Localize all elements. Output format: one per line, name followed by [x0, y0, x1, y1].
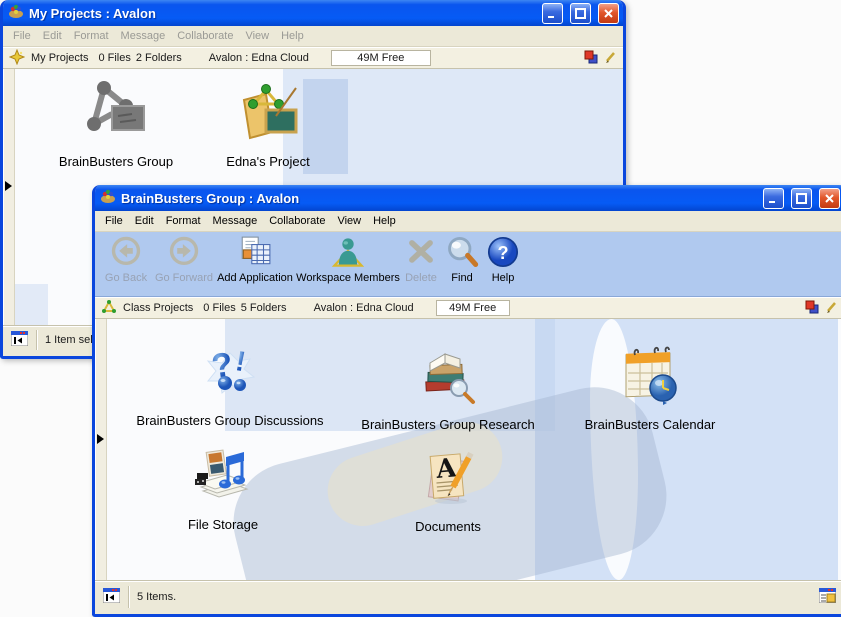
workspace-info-bar: Class Projects 0 Files 5 Folders Avalon …	[95, 297, 841, 319]
menu-message[interactable]: Message	[207, 213, 264, 229]
free-space-meter: 49M Free	[331, 50, 431, 66]
pencil-icon[interactable]	[604, 50, 617, 67]
workspace-members-button[interactable]: Workspace Members	[283, 236, 413, 284]
tool-item-research[interactable]: BrainBusters Group Research	[348, 345, 548, 432]
discussions-icon: ? !	[198, 339, 262, 408]
status-bar: 5 Items.	[95, 580, 841, 613]
menu-format[interactable]: Format	[160, 213, 207, 229]
tool-item-documents[interactable]: A Documents	[368, 447, 528, 534]
account-label: Avalon : Edna Cloud	[314, 302, 414, 314]
network-group-icon	[82, 76, 150, 149]
go-back-icon	[109, 236, 143, 271]
item-label: BrainBusters Group Research	[361, 417, 534, 432]
menu-format[interactable]: Format	[68, 28, 115, 44]
item-label: BrainBusters Group Discussions	[136, 413, 323, 428]
layers-icon[interactable]	[584, 50, 598, 67]
window-brainbusters-group: BrainBusters Group : Avalon File Edit Fo…	[92, 185, 841, 617]
workspace-triangle-icon	[101, 299, 117, 318]
expand-panel-arrow-icon[interactable]	[5, 181, 12, 191]
folder-count: 5 Folders	[241, 302, 287, 314]
menu-view[interactable]: View	[331, 213, 367, 229]
menu-message[interactable]: Message	[115, 28, 172, 44]
project-folder-icon	[236, 80, 300, 149]
menu-edit[interactable]: Edit	[37, 28, 68, 44]
tool-item-discussions[interactable]: ? ! BrainBusters Group Discussions	[110, 339, 350, 428]
maximize-button[interactable]	[570, 3, 591, 24]
workspace-item-ednas-project[interactable]: Edna's Project	[168, 80, 368, 169]
panel-splitter[interactable]	[3, 69, 15, 325]
minimize-button[interactable]	[542, 3, 563, 24]
menu-view[interactable]: View	[239, 28, 275, 44]
item-label: File Storage	[188, 517, 258, 532]
folder-count: 2 Folders	[136, 52, 182, 64]
find-button[interactable]: Find	[442, 236, 482, 284]
menu-file[interactable]: File	[99, 213, 129, 229]
delete-button[interactable]: Delete	[395, 236, 447, 284]
workspace-name: Class Projects	[123, 302, 193, 314]
item-label: BrainBusters Calendar	[585, 417, 716, 432]
status-text: 5 Items.	[137, 591, 176, 603]
workspace-info-bar: My Projects 0 Files 2 Folders Avalon : E…	[3, 47, 623, 69]
view-options-icon[interactable]	[819, 588, 836, 606]
titlebar-brainbusters[interactable]: BrainBusters Group : Avalon	[95, 185, 841, 211]
toolbar: Go Back Go Forward Add Application Works…	[95, 232, 841, 297]
research-books-icon	[416, 345, 480, 412]
menu-help[interactable]: Help	[367, 213, 402, 229]
find-icon	[445, 236, 479, 271]
free-space-meter: 49M Free	[436, 300, 510, 316]
window-title: BrainBusters Group : Avalon	[121, 191, 756, 206]
groove-app-icon	[100, 188, 116, 209]
documents-icon: A	[417, 447, 479, 514]
file-count: 0 Files	[98, 52, 130, 64]
menu-file[interactable]: File	[7, 28, 37, 44]
item-label: Documents	[415, 519, 481, 534]
menu-help[interactable]: Help	[275, 28, 310, 44]
file-storage-icon	[191, 443, 255, 512]
close-button[interactable]	[819, 188, 840, 209]
menu-bar: File Edit Format Message Collaborate Vie…	[3, 26, 623, 47]
item-label: Edna's Project	[226, 154, 309, 169]
menu-edit[interactable]: Edit	[129, 213, 160, 229]
groove-app-icon	[8, 3, 24, 24]
panel-splitter[interactable]	[95, 319, 107, 580]
pencil-icon[interactable]	[825, 300, 838, 317]
titlebar-my-projects[interactable]: My Projects : Avalon	[3, 0, 623, 26]
menu-collaborate[interactable]: Collaborate	[263, 213, 331, 229]
calendar-icon	[618, 343, 682, 412]
add-application-icon	[238, 236, 272, 271]
close-button[interactable]	[598, 3, 619, 24]
svg-text:?: ?	[497, 243, 508, 263]
toggle-panel-icon[interactable]	[103, 588, 120, 606]
item-label: BrainBusters Group	[59, 154, 173, 169]
maximize-button[interactable]	[791, 188, 812, 209]
delete-icon	[404, 236, 438, 271]
help-button[interactable]: ? Help	[483, 236, 523, 284]
layers-icon[interactable]	[805, 300, 819, 317]
tool-item-file-storage[interactable]: File Storage	[143, 443, 303, 532]
menu-collaborate[interactable]: Collaborate	[171, 28, 239, 44]
help-icon: ?	[486, 236, 520, 271]
minimize-button[interactable]	[763, 188, 784, 209]
file-count: 0 Files	[203, 302, 235, 314]
class-projects-content: ? ! BrainBusters Group Discussions	[95, 319, 841, 580]
expand-panel-arrow-icon[interactable]	[97, 434, 104, 444]
workspace-name: My Projects	[31, 52, 88, 64]
toggle-panel-icon[interactable]	[11, 331, 28, 349]
go-forward-icon	[167, 236, 201, 271]
workspace-members-icon	[331, 236, 365, 271]
menu-bar: File Edit Format Message Collaborate Vie…	[95, 211, 841, 232]
window-title: My Projects : Avalon	[29, 6, 535, 21]
account-label: Avalon : Edna Cloud	[209, 52, 309, 64]
tool-item-calendar[interactable]: BrainBusters Calendar	[550, 343, 750, 432]
star-icon	[9, 49, 25, 68]
